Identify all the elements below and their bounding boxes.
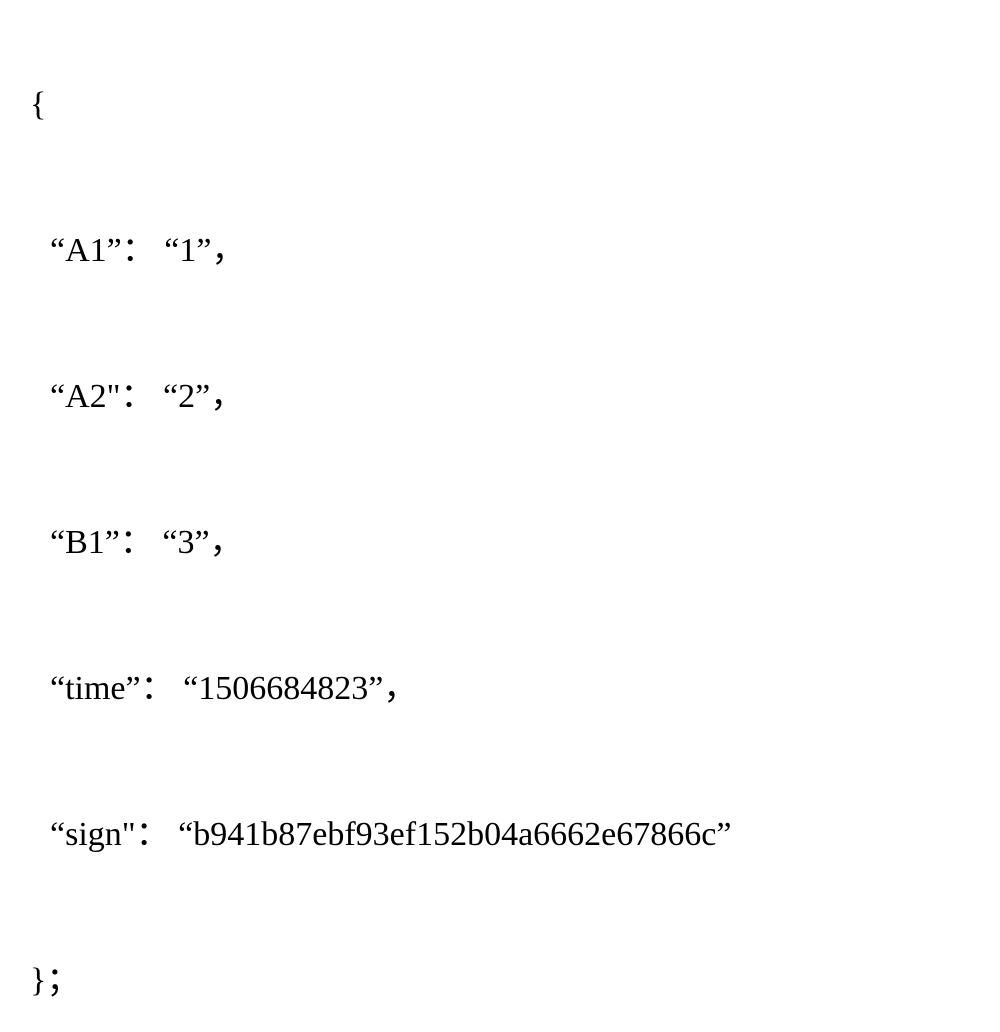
separator: ： — [122, 232, 156, 269]
value: “3” — [162, 524, 209, 561]
key: “sign" — [50, 816, 136, 853]
open-brace: { — [30, 88, 970, 122]
key: “A2" — [50, 378, 121, 415]
separator: ： — [120, 524, 154, 561]
close-brace: }； — [30, 964, 970, 998]
code-snippet: { “A1”： “1”， “A2"： “2”， “B1”： “3”， “time… — [30, 20, 970, 1032]
separator: ： — [136, 816, 170, 853]
code-line: “A1”： “1”， — [30, 234, 970, 268]
comma: ， — [210, 524, 244, 561]
key: “time” — [50, 670, 141, 707]
code-line: “time”： “1506684823”， — [30, 672, 970, 706]
comma: ， — [210, 378, 244, 415]
value: “b941b87ebf93ef152b04a6662e67866c” — [178, 816, 731, 853]
value: “1” — [164, 232, 211, 269]
code-line: “sign"： “b941b87ebf93ef152b04a6662e67866… — [30, 818, 970, 852]
separator: ： — [121, 378, 155, 415]
value: “1506684823” — [183, 670, 383, 707]
code-line: “B1”： “3”， — [30, 526, 970, 560]
value: “2” — [163, 378, 210, 415]
key: “A1” — [50, 232, 122, 269]
separator: ： — [141, 670, 175, 707]
key: “B1” — [50, 524, 120, 561]
comma: ， — [211, 232, 245, 269]
comma: ， — [383, 670, 417, 707]
code-line: “A2"： “2”， — [30, 380, 970, 414]
